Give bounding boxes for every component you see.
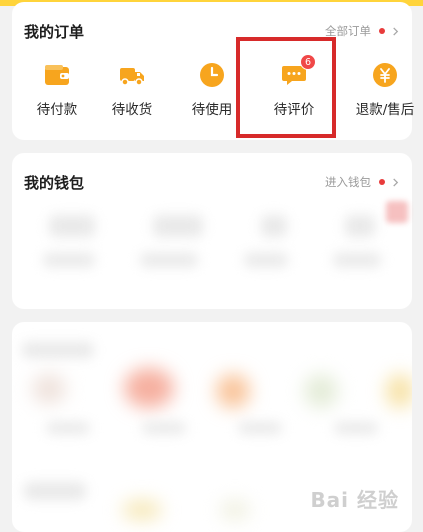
blurred-label <box>333 253 382 267</box>
blurred-icon <box>220 500 250 520</box>
order-item-label: 待评价 <box>273 102 315 118</box>
truck-icon <box>120 68 144 86</box>
wallet-header: 我的钱包 进入钱包 <box>24 153 400 211</box>
wallet-icon <box>45 65 69 85</box>
blurred-value <box>153 215 203 237</box>
enter-wallet-link[interactable]: 进入钱包 <box>325 174 400 190</box>
blurred-label <box>140 253 199 267</box>
blurred-section-title <box>22 342 94 358</box>
blurred-service-labels <box>20 422 404 434</box>
blurred-label <box>334 422 378 434</box>
chat-bubble-icon-wrap: 6 <box>281 54 316 88</box>
order-item-to-use[interactable]: 待使用 <box>172 62 252 118</box>
my-wallet-card: 我的钱包 进入钱包 <box>12 153 412 309</box>
order-item-pending-payment[interactable]: 待付款 <box>17 62 97 118</box>
blurred-icon <box>216 374 250 408</box>
order-item-label: 待收货 <box>111 102 153 118</box>
orders-header: 我的订单 全部订单 <box>24 2 400 60</box>
blurred-label <box>42 253 95 267</box>
order-item-label: 待付款 <box>36 102 78 118</box>
orders-title: 我的订单 <box>24 22 85 41</box>
order-item-pending-receipt[interactable]: 待收货 <box>92 62 172 118</box>
order-item-label: 退款/售后 <box>355 102 415 118</box>
watermark: Bai 经验 <box>310 488 399 512</box>
chevron-right-icon <box>393 177 399 187</box>
wallet-title: 我的钱包 <box>24 173 85 192</box>
blurred-label <box>243 253 288 267</box>
all-orders-label: 全部订单 <box>325 24 371 38</box>
blurred-label <box>238 422 282 434</box>
blurred-icon <box>124 368 174 408</box>
blurred-icon <box>122 500 162 520</box>
order-item-label: 待使用 <box>191 102 233 118</box>
order-status-row: 待付款 待收货 待使用 6 待评价 退款/售后 <box>12 54 414 132</box>
wallet-blurred-labels <box>20 253 404 267</box>
blurred-icon <box>32 374 66 404</box>
blurred-label <box>142 422 186 434</box>
my-orders-card: 我的订单 全部订单 待付款 待收货 待使用 6 待评价 退款/售后 <box>12 2 414 140</box>
blurred-value <box>49 215 95 237</box>
notification-dot <box>379 179 385 185</box>
blurred-label <box>46 422 90 434</box>
wallet-blurred-values <box>20 215 404 237</box>
blurred-value <box>345 215 375 237</box>
all-orders-link[interactable]: 全部订单 <box>325 23 400 39</box>
blurred-icon <box>304 374 338 408</box>
blurred-icon <box>386 374 412 408</box>
notification-dot <box>379 28 385 34</box>
blurred-section-title <box>24 482 86 500</box>
refund-yen-icon <box>373 63 397 87</box>
order-item-to-review[interactable]: 6 待评价 <box>254 54 334 118</box>
order-item-refund[interactable]: 退款/售后 <box>345 62 423 118</box>
clock-icon <box>200 63 224 87</box>
review-count-badge: 6 <box>300 54 316 70</box>
chevron-right-icon <box>393 26 399 36</box>
enter-wallet-label: 进入钱包 <box>325 175 371 189</box>
blurred-value <box>261 215 287 237</box>
